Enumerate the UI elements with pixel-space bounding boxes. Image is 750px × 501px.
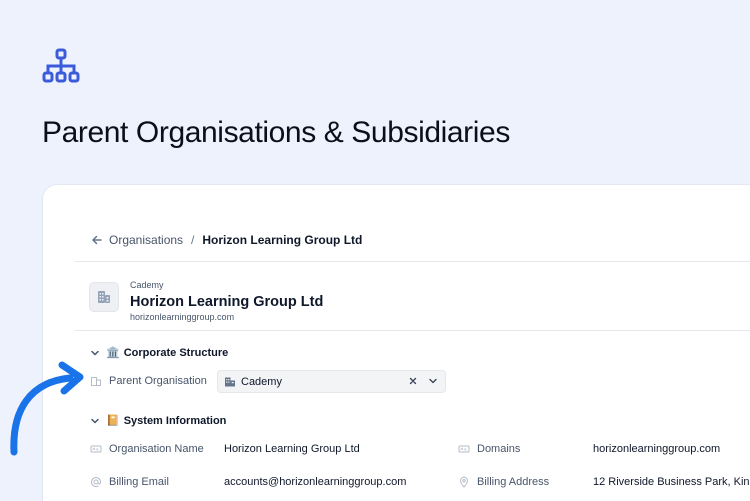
billing-email-value[interactable]: accounts@horizonlearninggroup.com (224, 476, 406, 488)
hierarchy-icon (42, 48, 80, 83)
map-pin-icon (459, 476, 469, 488)
field-label: Billing Email (109, 476, 169, 488)
close-icon[interactable] (408, 376, 418, 386)
parent-organisation-row: Parent Organisation (90, 375, 207, 387)
domains-value[interactable]: horizonlearninggroup.com (593, 443, 720, 455)
breadcrumb-separator: / (191, 233, 195, 247)
notebook-icon: 📔 (106, 415, 120, 427)
organisation-name-row: Organisation Name (90, 443, 204, 455)
field-label: Parent Organisation (109, 375, 207, 387)
organisation-name-value[interactable]: Horizon Learning Group Ltd (224, 443, 360, 455)
domains-row: Domains (458, 443, 520, 455)
field-label: Domains (477, 443, 521, 455)
breadcrumb-link-organisations[interactable]: Organisations (109, 233, 183, 247)
billing-email-row: Billing Email (90, 476, 169, 488)
page-title: Parent Organisations & Subsidiaries (42, 116, 510, 149)
building-icon (98, 291, 110, 303)
breadcrumb-current: Horizon Learning Group Ltd (202, 233, 363, 247)
divider (75, 261, 750, 262)
section-title: System Information (123, 414, 227, 427)
curved-arrow-icon (10, 361, 84, 456)
org-avatar (89, 282, 119, 312)
at-sign-icon (91, 477, 101, 487)
billing-address-row: Billing Address (458, 476, 549, 488)
field-label: Organisation Name (109, 443, 204, 455)
text-field-icon (90, 445, 102, 453)
text-field-icon (458, 445, 470, 453)
organisation-card: Organisations / Horizon Learning Group L… (43, 185, 750, 501)
section-corporate-structure[interactable]: 🏛️ Corporate Structure (90, 346, 228, 359)
org-name: Horizon Learning Group Ltd (130, 294, 324, 310)
divider (75, 330, 750, 331)
arrow-left-icon[interactable] (91, 234, 103, 246)
org-parent-label: Cademy (130, 280, 164, 290)
building-icon (91, 377, 101, 386)
breadcrumb: Organisations / Horizon Learning Group L… (91, 233, 362, 247)
field-label: Billing Address (477, 476, 550, 488)
org-header: Cademy Horizon Learning Group Ltd horizo… (89, 280, 323, 323)
parent-organisation-select[interactable]: Cademy (217, 370, 446, 393)
chevron-down-icon (91, 418, 99, 423)
chevron-down-icon (91, 350, 99, 355)
section-title: Corporate Structure (123, 346, 229, 359)
building-icon (225, 377, 235, 386)
classical-building-icon: 🏛️ (106, 347, 120, 359)
selected-value: Cademy (241, 375, 282, 388)
billing-address-value[interactable]: 12 Riverside Business Park, Kin (593, 476, 750, 488)
org-domain: horizonlearninggroup.com (130, 312, 235, 322)
section-system-information[interactable]: 📔 System Information (90, 414, 226, 427)
chevron-down-icon[interactable] (428, 376, 438, 386)
